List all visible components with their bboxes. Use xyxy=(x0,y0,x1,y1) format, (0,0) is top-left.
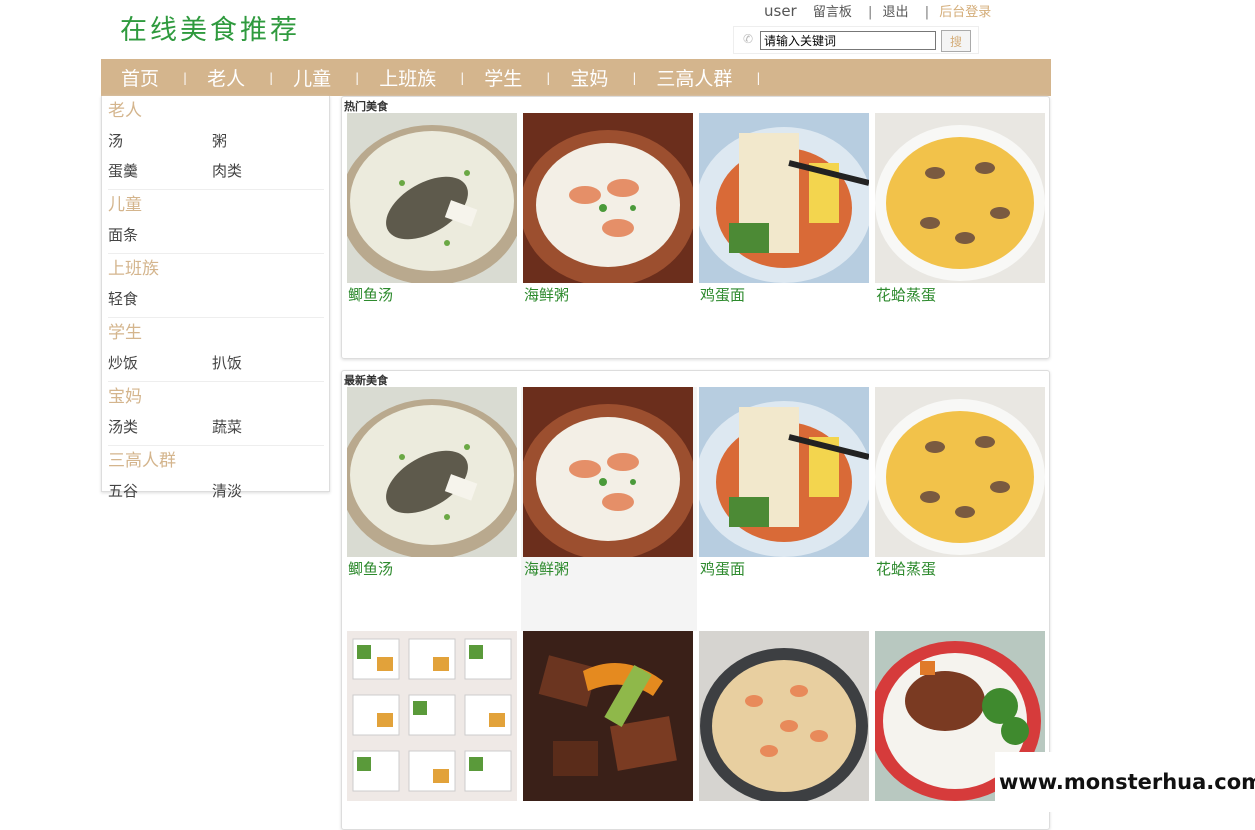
category-item[interactable]: 轻食 xyxy=(108,284,212,314)
category-title[interactable]: 三高人群 xyxy=(108,446,324,476)
admin-login-link[interactable]: 后台登录 xyxy=(939,5,991,20)
category-item[interactable]: 粥 xyxy=(212,126,316,156)
food-card[interactable] xyxy=(697,631,873,811)
search-button[interactable]: 搜 xyxy=(941,30,971,52)
panel-title: 热门美食 xyxy=(344,100,388,113)
nav-separator: | xyxy=(355,70,360,85)
clam-steamed-egg-photo[interactable] xyxy=(875,113,1045,283)
food-name[interactable]: 鸡蛋面 xyxy=(700,558,873,579)
category-sidebar: 老人 汤 粥 蛋羹 肉类 儿童 面条 上班族 轻食 学生 炒饭 扒饭 宝妈 汤类… xyxy=(101,96,330,500)
seafood-porridge-photo[interactable] xyxy=(523,113,693,283)
food-card[interactable]: 鲫鱼汤 xyxy=(345,387,521,631)
food-card[interactable]: 鲫鱼汤 xyxy=(345,113,521,357)
food-card[interactable]: 鸡蛋面 xyxy=(697,113,873,357)
top-links: user 留言板 | 退出 | 后台登录 xyxy=(764,1,997,20)
category-title[interactable]: 宝妈 xyxy=(108,382,324,412)
food-card[interactable] xyxy=(345,631,521,811)
nav-separator: | xyxy=(269,70,274,85)
food-name[interactable]: 鸡蛋面 xyxy=(700,284,873,305)
sidebar-category: 儿童 面条 xyxy=(108,190,324,254)
sidebar-category: 宝妈 汤类 蔬菜 xyxy=(108,382,324,446)
nav-three-highs[interactable]: 三高人群 xyxy=(656,64,732,91)
food-name[interactable]: 海鲜粥 xyxy=(524,284,697,305)
food-name[interactable]: 鲫鱼汤 xyxy=(348,284,521,305)
search-box: ✆ 搜 xyxy=(733,26,979,54)
category-item[interactable]: 扒饭 xyxy=(212,348,316,378)
food-card[interactable]: 海鲜粥 xyxy=(521,113,697,357)
food-card[interactable]: 花蛤蒸蛋 xyxy=(873,113,1049,357)
site-logo: 在线美食推荐 xyxy=(120,15,300,46)
category-title[interactable]: 学生 xyxy=(108,318,324,348)
search-input[interactable] xyxy=(760,31,936,50)
food-name[interactable]: 花蛤蒸蛋 xyxy=(876,558,1049,579)
latest-foods-panel: 最新美食 鲫鱼汤 海鲜粥 鸡蛋面 花蛤蒸蛋 xyxy=(341,370,1050,830)
nav-office-workers[interactable]: 上班族 xyxy=(379,64,436,91)
sidebar-category: 三高人群 五谷 清淡 xyxy=(108,446,324,509)
shrimp-fried-rice-photo[interactable] xyxy=(699,631,869,801)
food-name[interactable]: 鲫鱼汤 xyxy=(348,558,521,579)
category-item[interactable]: 清淡 xyxy=(212,476,316,506)
username: user xyxy=(764,2,797,20)
main-nav: 首页 | 老人 | 儿童 | 上班族 | 学生 | 宝妈 | 三高人群 | xyxy=(101,59,1051,96)
category-item[interactable]: 蔬菜 xyxy=(212,412,316,442)
hot-foods-panel: 热门美食 鲫鱼汤 海鲜粥 鸡蛋面 花蛤蒸蛋 xyxy=(341,96,1050,359)
food-card[interactable]: 鸡蛋面 xyxy=(697,387,873,631)
category-item[interactable]: 面条 xyxy=(108,220,212,250)
category-item[interactable]: 蛋羹 xyxy=(108,156,212,186)
logout-link[interactable]: 退出 xyxy=(883,5,909,20)
fish-soup-photo[interactable] xyxy=(347,113,517,283)
food-name[interactable]: 花蛤蒸蛋 xyxy=(876,284,1049,305)
nav-home[interactable]: 首页 xyxy=(121,64,159,91)
fish-soup-photo[interactable] xyxy=(347,387,517,557)
egg-noodles-photo[interactable] xyxy=(699,113,869,283)
link-separator: | xyxy=(868,5,873,20)
sidebar-category: 学生 炒饭 扒饭 xyxy=(108,318,324,382)
watermark: www.monsterhua.com xyxy=(995,752,1255,812)
category-item[interactable]: 炒饭 xyxy=(108,348,212,378)
guestbook-link[interactable]: 留言板 xyxy=(813,5,852,20)
category-title[interactable]: 儿童 xyxy=(108,190,324,220)
nav-children[interactable]: 儿童 xyxy=(293,64,331,91)
nav-separator: | xyxy=(546,70,551,85)
food-name[interactable]: 海鲜粥 xyxy=(524,558,697,579)
nav-separator: | xyxy=(632,70,637,85)
nav-elderly[interactable]: 老人 xyxy=(207,64,245,91)
braised-beef-photo[interactable] xyxy=(523,631,693,801)
category-title[interactable]: 老人 xyxy=(108,96,324,126)
category-item[interactable]: 五谷 xyxy=(108,476,212,506)
meal-prep-boxes-photo[interactable] xyxy=(347,631,517,801)
phone-icon: ✆ xyxy=(743,32,754,46)
nav-separator: | xyxy=(183,70,188,85)
nav-separator: | xyxy=(756,70,761,85)
food-card[interactable] xyxy=(521,631,697,811)
panel-title: 最新美食 xyxy=(344,374,388,387)
sidebar-category: 上班族 轻食 xyxy=(108,254,324,318)
link-separator: | xyxy=(924,5,930,20)
category-item[interactable]: 汤类 xyxy=(108,412,212,442)
sidebar-category: 老人 汤 粥 蛋羹 肉类 xyxy=(108,96,324,190)
nav-mothers[interactable]: 宝妈 xyxy=(570,64,608,91)
nav-students[interactable]: 学生 xyxy=(484,64,522,91)
category-item[interactable]: 肉类 xyxy=(212,156,316,186)
egg-noodles-photo[interactable] xyxy=(699,387,869,557)
food-card[interactable]: 海鲜粥 xyxy=(521,387,697,631)
clam-steamed-egg-photo[interactable] xyxy=(875,387,1045,557)
category-title[interactable]: 上班族 xyxy=(108,254,324,284)
food-card[interactable]: 花蛤蒸蛋 xyxy=(873,387,1049,631)
nav-separator: | xyxy=(460,70,465,85)
category-item[interactable]: 汤 xyxy=(108,126,212,156)
seafood-porridge-photo[interactable] xyxy=(523,387,693,557)
